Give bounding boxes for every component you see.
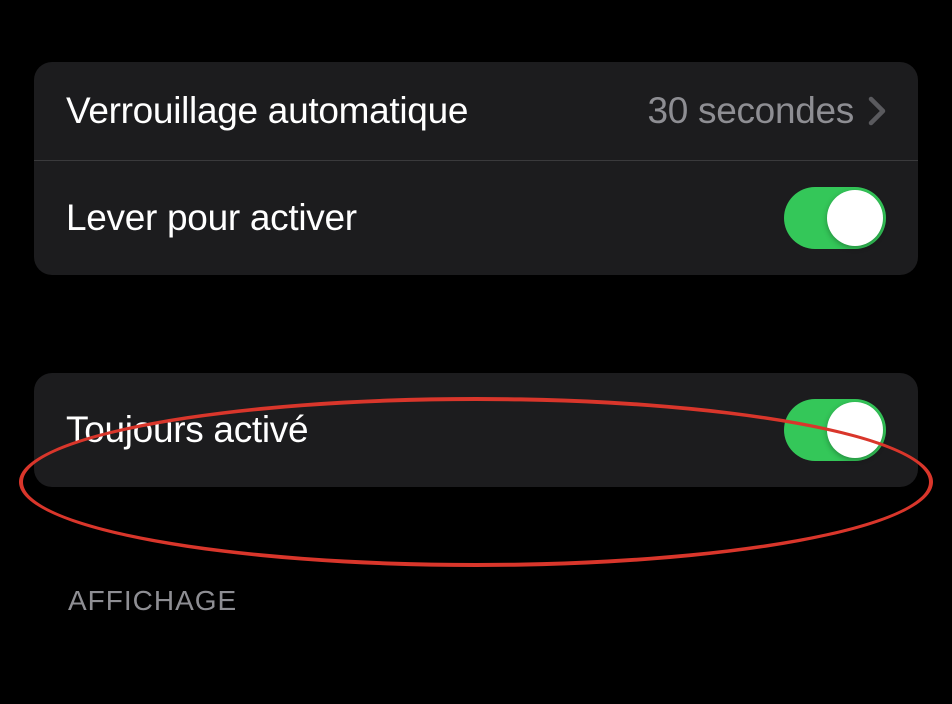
auto-lock-label: Verrouillage automatique [66, 90, 468, 132]
auto-lock-value: 30 secondes [647, 90, 854, 132]
settings-group-2: Toujours activé [34, 373, 918, 487]
toggle-knob [827, 190, 883, 246]
auto-lock-value-wrap: 30 secondes [647, 90, 886, 132]
always-on-row: Toujours activé [34, 373, 918, 487]
auto-lock-row[interactable]: Verrouillage automatique 30 secondes [34, 62, 918, 160]
chevron-right-icon [868, 96, 886, 126]
settings-group-1: Verrouillage automatique 30 secondes Lev… [34, 62, 918, 275]
raise-to-wake-label: Lever pour activer [66, 197, 357, 239]
always-on-toggle[interactable] [784, 399, 886, 461]
toggle-knob [827, 402, 883, 458]
always-on-label: Toujours activé [66, 409, 308, 451]
section-header-affichage: AFFICHAGE [68, 585, 952, 617]
raise-to-wake-row: Lever pour activer [34, 160, 918, 275]
raise-to-wake-toggle[interactable] [784, 187, 886, 249]
